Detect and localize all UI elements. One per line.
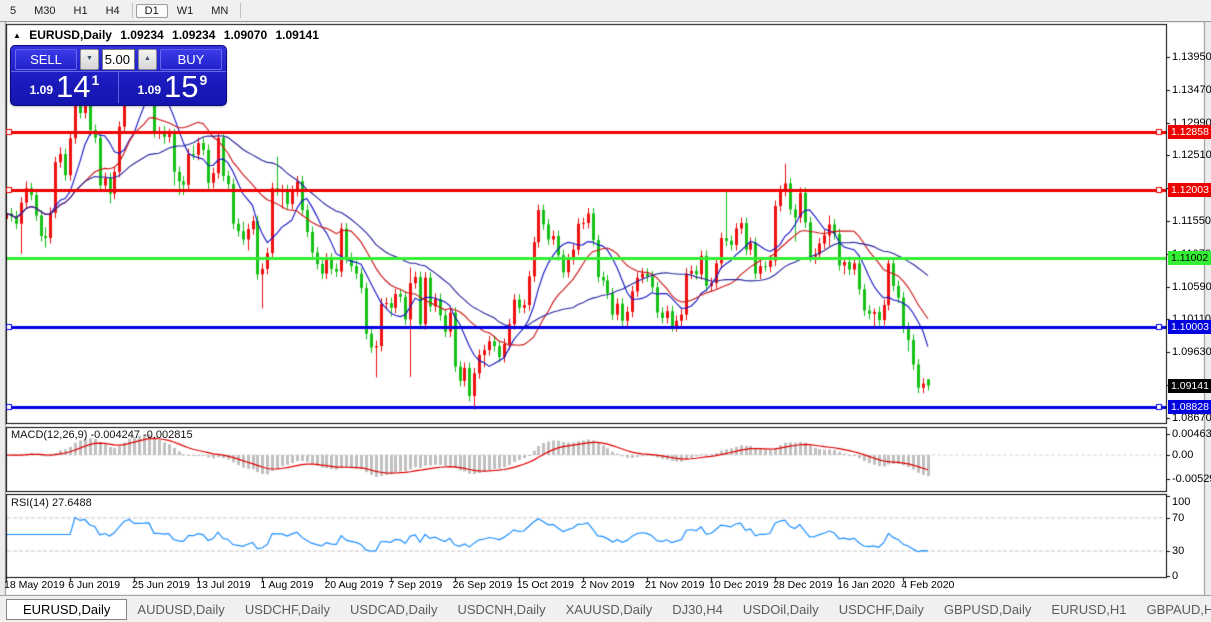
date-axis-label: 15 Oct 2019 <box>516 579 574 591</box>
chart-symbol-label: EURUSD,Daily <box>29 28 112 42</box>
tab-usdcnh-daily[interactable]: USDCNH,Daily <box>447 599 555 620</box>
date-axis-label: 26 Sep 2019 <box>452 579 513 591</box>
date-axis-label: 25 Jun 2019 <box>132 579 190 591</box>
timeframe-button-5[interactable]: 5 <box>1 4 25 18</box>
tab-eurusd-h1[interactable]: EURUSD,H1 <box>1041 599 1136 620</box>
price-axis-tick: 1.11550 <box>1172 215 1211 227</box>
tab-usdcad-daily[interactable]: USDCAD,Daily <box>340 599 447 620</box>
one-click-trading-panel: SELL ▼ 5.00 ▲ BUY 1.09 14 1 1.09 15 9 <box>10 45 227 106</box>
date-axis-label: 7 Sep 2019 <box>388 579 443 591</box>
ohlc-close: 1.09141 <box>275 28 319 42</box>
tab-gbpaud-h1[interactable]: GBPAUD,H1 <box>1136 599 1211 620</box>
sell-button[interactable]: SELL <box>15 48 77 70</box>
timeframe-button-h1[interactable]: H1 <box>65 4 97 18</box>
price-badge-1.10003: 1.10003 <box>1168 319 1211 334</box>
chart-tab-bar: EURUSD,Daily AUDUSD,Daily USDCHF,Daily USDC… <box>0 595 1211 622</box>
date-axis-label: 18 May 2019 <box>4 579 65 591</box>
date-axis-label: 28 Dec 2019 <box>773 579 833 591</box>
tab-xauusd-daily[interactable]: XAUUSD,Daily <box>556 599 663 620</box>
buy-price-small: 1.09 <box>137 83 162 97</box>
sell-price-small: 1.09 <box>29 83 54 97</box>
tab-eurusd-daily[interactable]: EURUSD,Daily <box>6 598 128 620</box>
tab-gbpusd-daily[interactable]: GBPUSD,Daily <box>934 599 1041 620</box>
timeframe-button-w1[interactable]: W1 <box>168 4 203 18</box>
price-badge-1.12858: 1.12858 <box>1168 124 1211 139</box>
ohlc-low: 1.09070 <box>223 28 268 42</box>
date-axis-label: 2 Nov 2019 <box>580 579 635 591</box>
timeframe-button-h4[interactable]: H4 <box>97 4 129 18</box>
chart-ohlc-title: ▲ EURUSD,Daily 1.09234 1.09234 1.09070 1… <box>13 28 324 42</box>
price-axis-tick: 1.13470 <box>1172 83 1211 96</box>
tab-audusd-daily[interactable]: AUDUSD,Daily <box>127 599 234 620</box>
indicator-axis-tick: 0.00 <box>1172 449 1194 461</box>
price-axis-tick: 1.12510 <box>1172 149 1211 162</box>
price-axis-tick: 1.13950 <box>1172 51 1211 63</box>
date-axis-label: 16 Jan 2020 <box>837 579 895 591</box>
price-badge-1.12003: 1.12003 <box>1168 183 1211 198</box>
timeframe-button-d1[interactable]: D1 <box>135 3 168 18</box>
date-axis-label: 4 Feb 2020 <box>901 579 955 591</box>
price-badge-1.09141: 1.09141 <box>1168 378 1211 393</box>
indicator-axis-tick: 70 <box>1172 511 1185 524</box>
ohlc-open: 1.09234 <box>120 28 164 42</box>
buy-quote[interactable]: 1.09 15 9 <box>119 69 226 104</box>
date-axis-label: 10 Dec 2019 <box>708 579 769 591</box>
rsi-indicator-label: RSI(14) 27.6488 <box>11 497 92 509</box>
date-axis-label: 21 Nov 2019 <box>644 579 705 591</box>
sell-price-sup: 1 <box>91 72 100 88</box>
ohlc-high: 1.09234 <box>172 28 216 42</box>
sell-price-big: 14 <box>56 69 91 104</box>
toolbar-separator <box>240 3 242 18</box>
date-axis-label: 6 Jun 2019 <box>68 579 121 591</box>
indicator-axis-tick: 30 <box>1172 545 1185 558</box>
collapse-panel-icon[interactable]: ▲ <box>13 31 21 40</box>
price-axis-tick: 1.10590 <box>1172 280 1211 293</box>
timeframe-button-m30[interactable]: M30 <box>25 4 64 18</box>
indicator-axis-tick: -0.005299 <box>1172 473 1211 485</box>
date-axis-label: 20 Aug 2019 <box>324 579 384 591</box>
toolbar-separator <box>131 3 133 18</box>
buy-button[interactable]: BUY <box>160 48 222 70</box>
sell-quote[interactable]: 1.09 14 1 <box>11 69 119 104</box>
buy-price-big: 15 <box>164 69 199 104</box>
price-axis-tick: 1.09630 <box>1172 346 1211 359</box>
indicator-axis-tick: 100 <box>1172 496 1191 508</box>
date-axis-label: 13 Jul 2019 <box>196 579 251 591</box>
volume-increase-button[interactable]: ▲ <box>138 48 157 70</box>
tab-usdoil-daily[interactable]: USDOil,Daily <box>733 599 829 620</box>
macd-indicator-label: MACD(12,26,9) -0.004247 -0.002815 <box>11 429 193 441</box>
tab-dj30-h4[interactable]: DJ30,H4 <box>662 599 733 620</box>
timeframe-button-mn[interactable]: MN <box>202 4 237 18</box>
indicator-axis-tick: 0.00463 <box>1172 428 1211 441</box>
tab-usdchf-daily[interactable]: USDCHF,Daily <box>829 599 934 620</box>
buy-price-sup: 9 <box>199 72 208 88</box>
price-badge-1.08828: 1.08828 <box>1168 400 1211 414</box>
date-axis-label: 1 Aug 2019 <box>260 579 314 591</box>
timeframe-toolbar: 5 M30 H1 H4 D1 W1 MN <box>0 0 1211 22</box>
trade-panel-quotes: 1.09 14 1 1.09 15 9 <box>11 71 226 103</box>
price-badge-1.11002: 1.11002 <box>1168 251 1211 266</box>
tab-usdchf-daily[interactable]: USDCHF,Daily <box>235 599 340 620</box>
volume-decrease-button[interactable]: ▼ <box>80 48 99 70</box>
volume-input[interactable]: 5.00 <box>102 48 135 70</box>
indicator-axis-tick: 0 <box>1172 570 1179 582</box>
trade-panel-top-row: SELL ▼ 5.00 ▲ BUY <box>11 46 226 71</box>
